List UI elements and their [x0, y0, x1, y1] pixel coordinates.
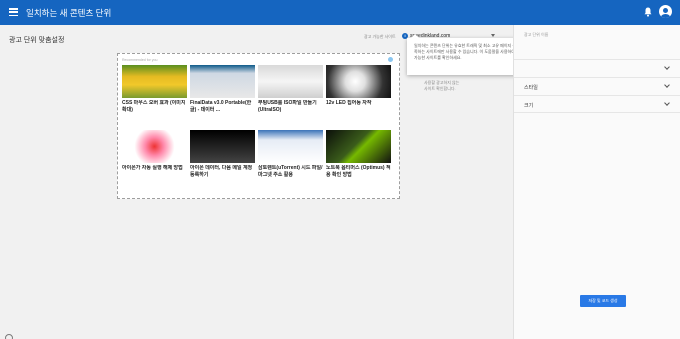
- card-thumbnail[interactable]: [326, 65, 391, 98]
- corner-logo-icon: [5, 334, 13, 339]
- content-card[interactable]: 부팅USB를 ISO파일 만들기 (UltraISO): [258, 65, 323, 131]
- content-card[interactable]: CSS 마우스 오버 효과 (이미지 확대): [122, 65, 187, 131]
- ad-unit-name-label: 광고 단위 이름: [524, 32, 549, 37]
- hidden-help-text-4: 사이트 확인합니다.: [424, 86, 456, 91]
- settings-row-style[interactable]: 스타일: [514, 77, 680, 95]
- notification-bell-icon[interactable]: [644, 7, 652, 17]
- card-caption[interactable]: FinalData v3.0 Portable(한글) - 데이터 ...: [190, 100, 255, 113]
- content-card[interactable]: 아이폰 데이터, 다음 메일 계정 등록하기: [190, 130, 255, 196]
- card-caption[interactable]: 아이폰 데이터, 다음 메일 계정 등록하기: [190, 165, 255, 178]
- settings-panel: 광고 단위 이름 스타일 크기 저장 및 코드 생성: [513, 25, 680, 339]
- settings-row-size[interactable]: 크기: [514, 95, 680, 113]
- save-and-get-code-button[interactable]: 저장 및 코드 생성: [580, 295, 626, 307]
- page-title: 광고 단위 맞춤설정: [9, 37, 65, 44]
- card-thumbnail[interactable]: [326, 130, 391, 163]
- site-select-label: 광고 가능한 사이트: [364, 34, 396, 39]
- card-thumbnail[interactable]: [258, 130, 323, 163]
- content-card[interactable]: 12v LED 집어등 자작: [326, 65, 391, 131]
- ad-preview: Recommended for you CSS 마우스 오버 효과 (이미지 확…: [117, 53, 400, 199]
- app-header: 일치하는 새 콘텐츠 단위: [0, 0, 680, 25]
- content-card[interactable]: FinalData v3.0 Portable(한글) - 데이터 ...: [190, 65, 255, 131]
- ad-choices-icon[interactable]: [388, 57, 393, 62]
- settings-row-label: 스타일: [524, 85, 538, 91]
- ad-recommend-label: Recommended for you: [122, 58, 158, 62]
- card-caption[interactable]: 아이폰가 자동 실행 해제 방법: [122, 165, 187, 172]
- chevron-down-icon[interactable]: [664, 82, 670, 88]
- card-thumbnail[interactable]: [258, 65, 323, 98]
- card-thumbnail[interactable]: [122, 65, 187, 98]
- menu-icon[interactable]: [9, 8, 18, 17]
- chevron-down-icon[interactable]: [664, 64, 670, 70]
- app-title: 일치하는 새 콘텐츠 단위: [26, 8, 112, 18]
- card-caption[interactable]: 부팅USB를 ISO파일 만들기 (UltraISO): [258, 100, 323, 113]
- content-card[interactable]: 아이폰가 자동 실행 해제 방법: [122, 130, 187, 196]
- card-thumbnail[interactable]: [122, 130, 187, 163]
- chevron-down-icon[interactable]: [664, 100, 670, 106]
- content-card[interactable]: 삼토렌트(uTorrent) 시드 파일/마그넷 주소 활용: [258, 130, 323, 196]
- card-thumbnail[interactable]: [190, 65, 255, 98]
- card-thumbnail[interactable]: [190, 130, 255, 163]
- card-caption[interactable]: 삼토렌트(uTorrent) 시드 파일/마그넷 주소 활용: [258, 165, 323, 178]
- card-caption[interactable]: 12v LED 집어등 자작: [326, 100, 391, 107]
- account-avatar-icon[interactable]: [659, 5, 672, 18]
- content-card[interactable]: 노트북 옵티머스 (Optimus) 적용 확인 방법: [326, 130, 391, 196]
- card-caption[interactable]: CSS 마우스 오버 효과 (이미지 확대): [122, 100, 187, 113]
- settings-row-type[interactable]: [514, 59, 680, 77]
- dropdown-caret-icon[interactable]: [491, 34, 495, 37]
- settings-row-label: 크기: [524, 103, 534, 109]
- card-caption[interactable]: 노트북 옵티머스 (Optimus) 적용 확인 방법: [326, 165, 391, 178]
